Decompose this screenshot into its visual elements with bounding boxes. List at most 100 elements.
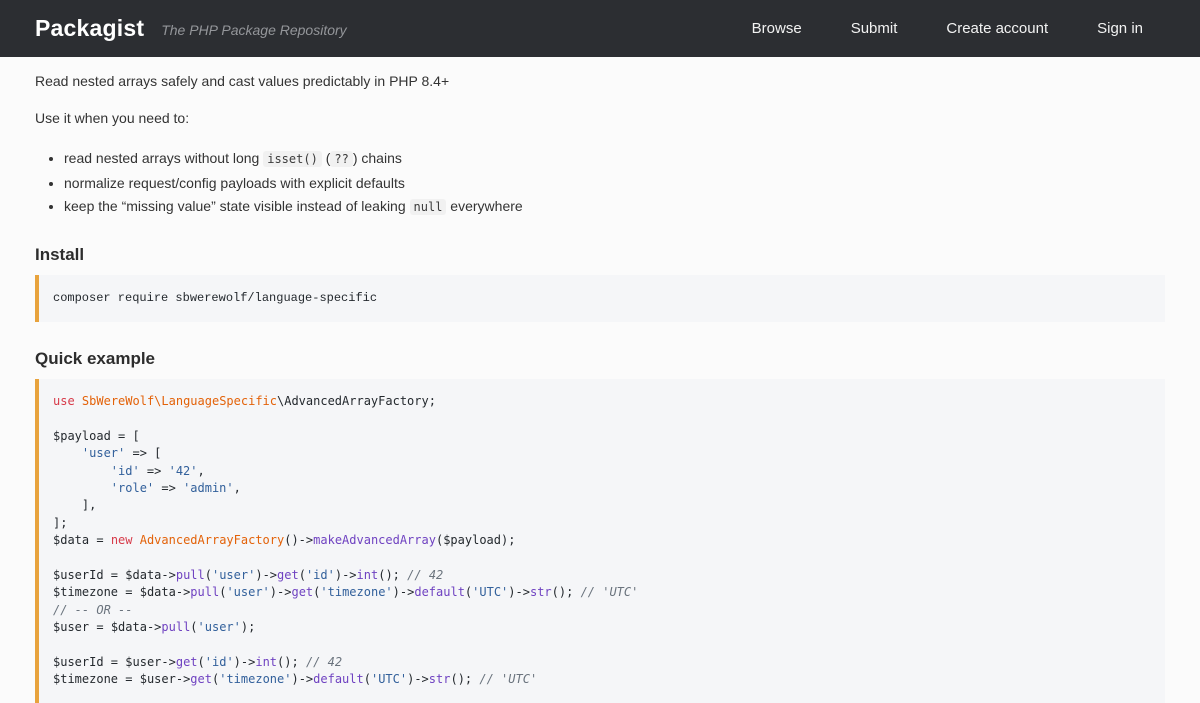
code-line: ]; <box>53 515 1149 532</box>
nav-create-account[interactable]: Create account <box>946 20 1048 37</box>
code-token: (); <box>552 585 581 599</box>
code-token: ( <box>299 568 306 582</box>
code-token: (); <box>277 655 306 669</box>
code-token: ( <box>190 620 197 634</box>
code-token: (); <box>378 568 407 582</box>
code-line <box>53 410 1149 427</box>
code-token: 'UTC' <box>472 585 508 599</box>
code-token: -> <box>176 585 190 599</box>
code-token: $payload <box>53 429 111 443</box>
code-token: $timezone <box>53 585 118 599</box>
code-token: // -- OR -- <box>53 603 132 617</box>
text-segment: everywhere <box>446 198 522 214</box>
code-token: $payload <box>443 533 501 547</box>
code-token: -> <box>147 620 161 634</box>
code-token <box>75 394 82 408</box>
code-token: ( <box>198 655 205 669</box>
code-token <box>53 446 82 460</box>
code-token: $data <box>53 533 89 547</box>
code-token: )-> <box>270 585 292 599</box>
code-token: ( <box>205 568 212 582</box>
code-token: , <box>234 481 241 495</box>
readme-content: Read nested arrays safely and cast value… <box>0 57 1200 703</box>
code-token: SbWereWolf\LanguageSpecific <box>82 394 277 408</box>
code-token <box>53 464 111 478</box>
code-token: $data <box>125 568 161 582</box>
code-token: 'user' <box>82 446 125 460</box>
text-segment: keep the “missing value” state visible i… <box>64 198 410 214</box>
code-token: use <box>53 394 75 408</box>
inline-code: null <box>410 199 447 215</box>
code-token: $userId <box>53 655 104 669</box>
site-header: Packagist The PHP Package Repository Bro… <box>0 0 1200 57</box>
use-cases-list: read nested arrays without long isset() … <box>35 147 1165 220</box>
code-token: 'role' <box>111 481 154 495</box>
quick-example-heading: Quick example <box>35 349 1165 369</box>
code-token: '42' <box>169 464 198 478</box>
code-token: get <box>291 585 313 599</box>
code-token: )-> <box>508 585 530 599</box>
code-token: // 42 <box>306 655 342 669</box>
code-token: pull <box>190 585 219 599</box>
install-code-block: composer require sbwerewolf/language-spe… <box>35 275 1165 322</box>
code-line: 'user' => [ <box>53 445 1149 462</box>
code-token: $data <box>111 620 147 634</box>
code-token: => <box>154 481 183 495</box>
code-token: // 42 <box>407 568 443 582</box>
code-line: $userId = $data->pull('user')->get('id')… <box>53 567 1149 584</box>
code-token <box>53 481 111 495</box>
text-segment: read nested arrays without long <box>64 150 263 166</box>
code-token: -> <box>161 655 175 669</box>
code-token: )-> <box>255 568 277 582</box>
text-segment: ) chains <box>353 150 402 166</box>
code-token: = <box>89 533 111 547</box>
code-line: ], <box>53 497 1149 514</box>
code-token: , <box>198 464 205 478</box>
code-token: AdvancedArrayFactory <box>140 533 285 547</box>
code-token: 'timezone' <box>320 585 392 599</box>
code-token: ()-> <box>284 533 313 547</box>
nav-submit[interactable]: Submit <box>851 20 898 37</box>
install-command: composer require sbwerewolf/language-spe… <box>53 291 377 305</box>
inline-code: isset() <box>263 151 322 167</box>
code-line: $user = $data->pull('user'); <box>53 619 1149 636</box>
code-token: // 'UTC' <box>581 585 639 599</box>
main-nav: Browse Submit Create account Sign in <box>752 20 1143 37</box>
code-token: \AdvancedArrayFactory; <box>277 394 436 408</box>
intro-text: Read nested arrays safely and cast value… <box>35 73 1165 89</box>
code-token: )-> <box>234 655 256 669</box>
code-token: int <box>357 568 379 582</box>
code-token: ); <box>241 620 255 634</box>
quick-example-code-block: use SbWereWolf\LanguageSpecific\Advanced… <box>35 379 1165 703</box>
code-token: 'user' <box>198 620 241 634</box>
code-token: = <box>104 655 126 669</box>
code-line: 'role' => 'admin', <box>53 480 1149 497</box>
code-token: pull <box>161 620 190 634</box>
code-line: // -- OR -- <box>53 602 1149 619</box>
code-token: $user <box>125 655 161 669</box>
inline-code: ?? <box>330 151 352 167</box>
list-item: keep the “missing value” state visible i… <box>64 195 1165 220</box>
nav-browse[interactable]: Browse <box>752 20 802 37</box>
code-token: 'user' <box>212 568 255 582</box>
code-token: 'id' <box>111 464 140 478</box>
code-token: new <box>111 533 133 547</box>
code-token: )-> <box>393 585 415 599</box>
code-line <box>53 637 1149 654</box>
nav-sign-in[interactable]: Sign in <box>1097 20 1143 37</box>
code-token: $user <box>53 620 89 634</box>
code-token: => [ <box>125 446 161 460</box>
code-token <box>133 533 140 547</box>
code-token: get <box>277 568 299 582</box>
code-line: $userId = $user->get('id')->int(); // 42 <box>53 654 1149 671</box>
code-token: pull <box>176 568 205 582</box>
code-token: default <box>414 585 465 599</box>
code-token: => <box>140 464 169 478</box>
site-tagline: The PHP Package Repository <box>161 22 346 38</box>
code-token: 'id' <box>205 655 234 669</box>
packagist-logo[interactable]: Packagist <box>35 15 144 42</box>
code-line: use SbWereWolf\LanguageSpecific\Advanced… <box>53 393 1149 410</box>
code-token: 'admin' <box>183 481 234 495</box>
code-line: 'id' => '42', <box>53 463 1149 480</box>
code-token: = <box>104 568 126 582</box>
